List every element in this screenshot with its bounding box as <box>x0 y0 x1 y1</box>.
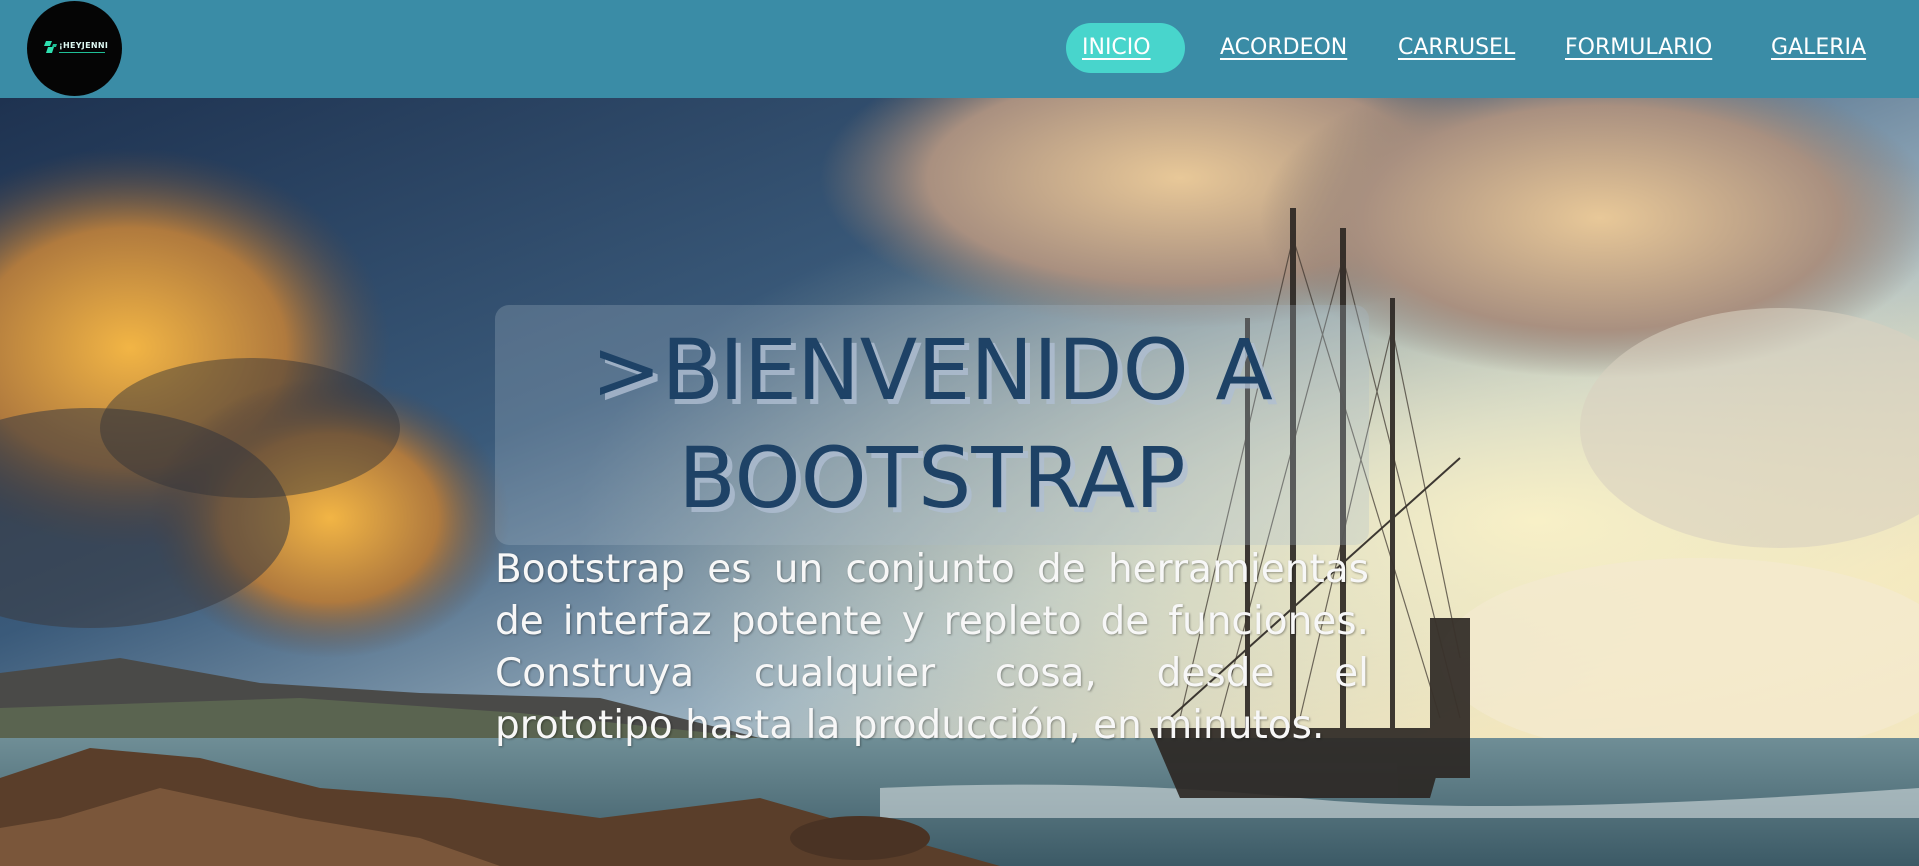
nav-link-formulario[interactable]: FORMULARIO <box>1549 23 1734 73</box>
nav-link-galeria[interactable]: GALERIA <box>1755 23 1893 73</box>
hero-description: Bootstrap es un conjunto de herramientas… <box>495 547 1369 748</box>
nav-link-inicio[interactable]: INICIO <box>1066 23 1185 73</box>
navbar: ¡HEYJENNI INICIO ACORDEON CARRUSEL FORMU… <box>0 0 1919 98</box>
brand-logo[interactable]: ¡HEYJENNI <box>27 1 122 96</box>
logo-mark-icon <box>44 41 57 53</box>
nav-link-acordeon[interactable]: ACORDEON <box>1204 23 1364 73</box>
logo-text: ¡HEYJENNI <box>59 41 109 50</box>
nav-link-carrusel[interactable]: CARRUSEL <box>1382 23 1532 73</box>
logo-underline <box>59 52 105 53</box>
hero-title: >BIENVENIDO A BOOTSTRAP <box>591 321 1273 527</box>
hero-section: >BIENVENIDO A BOOTSTRAP Bootstrap es un … <box>0 98 1919 866</box>
